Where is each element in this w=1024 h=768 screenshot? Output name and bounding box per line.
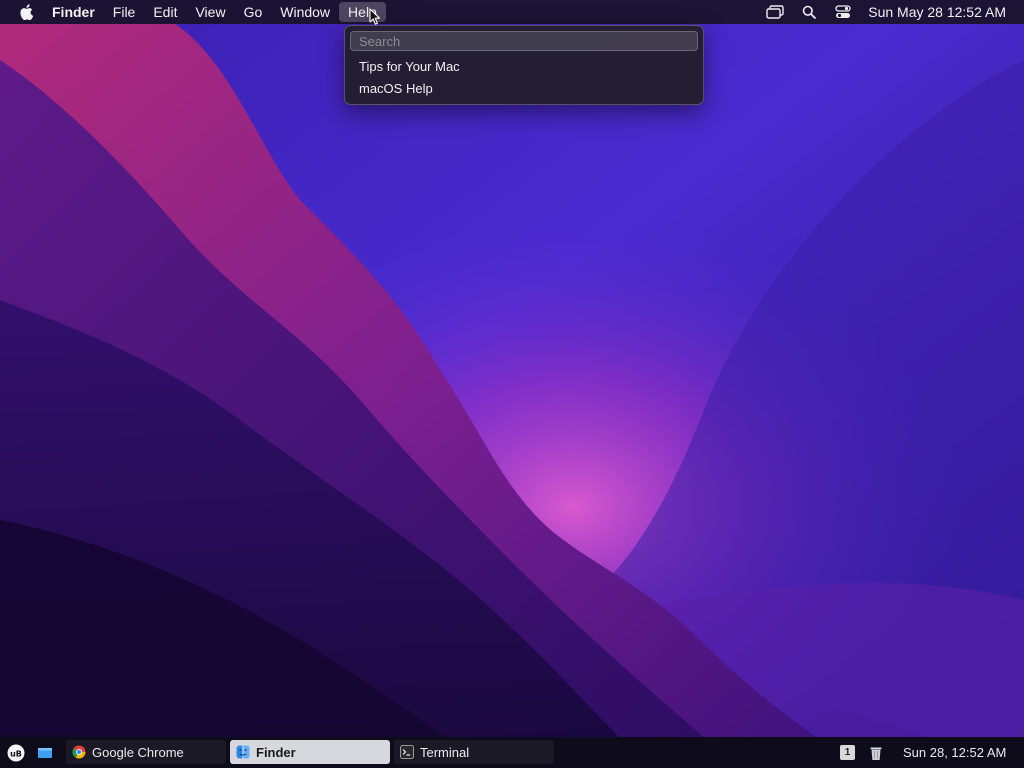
menu-bar-left: Finder File Edit View Go Window Help [0, 0, 386, 24]
menu-bar-status-area: Sun May 28 12:52 AM [750, 0, 1024, 24]
finder-icon [236, 745, 250, 759]
help-item-tips-for-your-mac[interactable]: Tips for Your Mac [359, 58, 460, 76]
terminal-icon [400, 745, 414, 759]
menu-file[interactable]: File [104, 2, 145, 22]
control-center-icon[interactable] [834, 3, 852, 21]
menu-bar: Finder File Edit View Go Window Help Sun… [0, 0, 1024, 24]
spotlight-search-icon[interactable] [800, 3, 818, 21]
task-finder[interactable]: Finder [230, 740, 390, 764]
workspace-badge[interactable]: 1 [840, 745, 855, 760]
svg-text:uB: uB [10, 749, 22, 758]
apple-menu-icon[interactable] [8, 0, 44, 24]
trash-icon[interactable] [867, 744, 885, 762]
help-menu-dropdown: Tips for Your Mac macOS Help [344, 25, 704, 105]
menu-finder[interactable]: Finder [44, 2, 104, 22]
mouse-cursor-icon [369, 8, 381, 25]
help-search-input[interactable] [350, 31, 698, 51]
screen-mirroring-icon[interactable] [766, 3, 784, 21]
task-label-terminal: Terminal [420, 744, 470, 760]
task-label-chrome: Google Chrome [92, 744, 184, 760]
menu-view[interactable]: View [186, 2, 234, 22]
menu-go[interactable]: Go [235, 2, 272, 22]
menu-bar-clock[interactable]: Sun May 28 12:52 AM [868, 4, 1006, 20]
taskbar: uB Google Chrome Finder Terminal 1 Sun 2… [0, 737, 1024, 768]
task-label-finder: Finder [256, 744, 296, 760]
task-google-chrome[interactable]: Google Chrome [66, 740, 226, 764]
menu-edit[interactable]: Edit [144, 2, 186, 22]
ublock-icon[interactable]: uB [7, 744, 25, 762]
task-terminal[interactable]: Terminal [394, 740, 554, 764]
help-item-macos-help[interactable]: macOS Help [359, 80, 433, 98]
taskbar-clock[interactable]: Sun 28, 12:52 AM [903, 737, 1006, 768]
show-desktop-icon[interactable] [36, 744, 54, 762]
desktop-wallpaper [0, 0, 1024, 768]
chrome-icon [72, 745, 86, 759]
menu-window[interactable]: Window [271, 2, 339, 22]
